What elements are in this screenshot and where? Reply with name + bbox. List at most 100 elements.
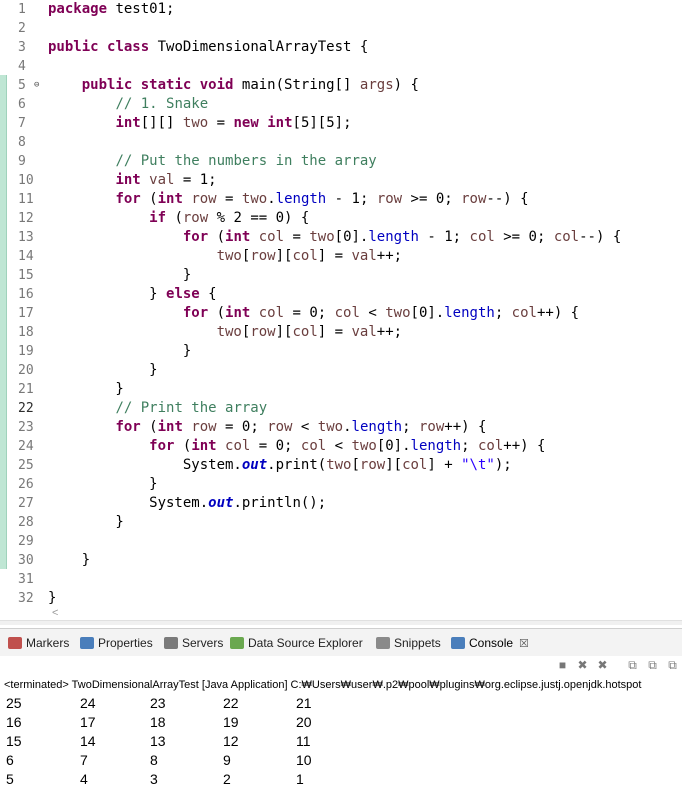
code-text[interactable]: } <box>48 475 157 494</box>
code-line[interactable]: 7 int[][] two = new int[5][5]; <box>0 114 682 133</box>
code-text[interactable]: for (int col = 0; col < two[0].length; c… <box>48 437 545 456</box>
code-line[interactable]: 11 for (int row = two.length - 1; row >=… <box>0 190 682 209</box>
views-tab-bar: Markers Properties Servers Data Source Expl… <box>0 628 682 657</box>
pin-console-icon[interactable]: ⧉ <box>666 659 679 672</box>
snippets-icon <box>376 637 390 649</box>
code-text[interactable]: for (int col = two[0].length - 1; col >=… <box>48 228 621 247</box>
code-text[interactable]: two[row][col] = val++; <box>48 247 403 266</box>
code-editor[interactable]: 1 package test01; 2 3 public class TwoDimens… <box>0 0 682 625</box>
output-cell: 3 <box>150 771 158 787</box>
code-text[interactable]: public static void main(String[] args) { <box>48 76 419 95</box>
code-text[interactable]: package test01; <box>48 0 174 19</box>
code-line[interactable]: 24 for (int col = 0; col < two[0].length… <box>0 437 682 456</box>
line-number: 22 <box>18 401 34 416</box>
code-text[interactable]: if (row % 2 == 0) { <box>48 209 309 228</box>
line-number: 1 <box>18 2 26 17</box>
line-number: 11 <box>18 192 34 207</box>
scroll-left-arrow[interactable]: < <box>52 607 58 619</box>
code-line[interactable]: 18 two[row][col] = val++; <box>0 323 682 342</box>
code-text[interactable]: // 1. Snake <box>48 95 208 114</box>
terminate-icon[interactable]: ■ <box>556 659 569 672</box>
code-text[interactable]: for (int row = 0; row < two.length; row+… <box>48 418 486 437</box>
output-cell: 17 <box>80 714 96 730</box>
code-text[interactable]: // Print the array <box>48 399 267 418</box>
code-line[interactable]: 1 package test01; <box>0 0 682 19</box>
code-text[interactable]: int[][] two = new int[5][5]; <box>48 114 351 133</box>
line-number: 6 <box>18 97 26 112</box>
code-line[interactable]: 8 <box>0 133 682 152</box>
code-line[interactable]: 25 System.out.print(two[row][col] + "\t"… <box>0 456 682 475</box>
output-cell: 15 <box>6 733 22 749</box>
code-text[interactable]: } <box>48 589 56 608</box>
tab-properties[interactable]: Properties <box>80 633 153 653</box>
code-text[interactable]: System.out.print(two[row][col] + "\t"); <box>48 456 512 475</box>
code-line[interactable]: 4 <box>0 57 682 76</box>
output-row: 6 7 8 9 10 <box>0 751 682 770</box>
code-text[interactable]: int val = 1; <box>48 171 216 190</box>
code-line[interactable]: 28 } <box>0 513 682 532</box>
scroll-lock-icon[interactable]: ⧉ <box>626 659 639 672</box>
line-number: 28 <box>18 515 34 530</box>
output-cell: 8 <box>150 752 158 768</box>
code-line[interactable]: 16 } else { <box>0 285 682 304</box>
code-line[interactable]: 10 int val = 1; <box>0 171 682 190</box>
code-line[interactable]: 13 for (int col = two[0].length - 1; col… <box>0 228 682 247</box>
output-cell: 9 <box>223 752 231 768</box>
code-text[interactable]: System.out.println(); <box>48 494 326 513</box>
line-number: 3 <box>18 40 26 55</box>
line-number: 32 <box>18 591 34 606</box>
tab-console[interactable]: Console ☒ <box>451 633 529 653</box>
code-line[interactable]: 30 } <box>0 551 682 570</box>
code-text[interactable]: } else { <box>48 285 216 304</box>
word-wrap-icon[interactable]: ⧉ <box>646 659 659 672</box>
code-line[interactable]: 22 // Print the array <box>0 399 682 418</box>
code-text[interactable]: } <box>48 342 191 361</box>
code-line[interactable]: 5 ⊖ public static void main(String[] args… <box>0 76 682 95</box>
code-line[interactable]: 2 <box>0 19 682 38</box>
code-line[interactable]: 26 } <box>0 475 682 494</box>
code-text[interactable]: two[row][col] = val++; <box>48 323 403 342</box>
code-line[interactable]: 15 } <box>0 266 682 285</box>
code-line[interactable]: 3 public class TwoDimensionalArrayTest { <box>0 38 682 57</box>
code-line[interactable]: 17 for (int col = 0; col < two[0].length… <box>0 304 682 323</box>
code-line[interactable]: 12 if (row % 2 == 0) { <box>0 209 682 228</box>
line-number: 24 <box>18 439 34 454</box>
code-text[interactable]: for (int row = two.length - 1; row >= 0;… <box>48 190 528 209</box>
code-text[interactable]: } <box>48 380 123 399</box>
horizontal-scrollbar[interactable] <box>0 620 682 625</box>
line-number: 7 <box>18 116 26 131</box>
output-cell: 5 <box>6 771 14 787</box>
code-line[interactable]: 29 <box>0 532 682 551</box>
tab-servers[interactable]: Servers <box>164 633 223 653</box>
code-line[interactable]: 20 } <box>0 361 682 380</box>
code-line[interactable]: 32} <box>0 589 682 608</box>
code-line[interactable]: 21 } <box>0 380 682 399</box>
code-text[interactable]: } <box>48 361 157 380</box>
remove-all-icon[interactable]: ✖ <box>596 659 609 672</box>
code-line[interactable]: 23 for (int row = 0; row < two.length; r… <box>0 418 682 437</box>
tab-markers[interactable]: Markers <box>8 633 69 653</box>
code-text[interactable]: for (int col = 0; col < two[0].length; c… <box>48 304 579 323</box>
code-text[interactable]: } <box>48 551 90 570</box>
code-text[interactable]: } <box>48 513 123 532</box>
code-line[interactable]: 19 } <box>0 342 682 361</box>
tab-label: Console <box>469 636 514 650</box>
code-text[interactable]: public class TwoDimensionalArrayTest { <box>48 38 368 57</box>
code-line[interactable]: 31 <box>0 570 682 589</box>
tab-snippets[interactable]: Snippets <box>376 633 441 653</box>
code-text[interactable]: // Put the numbers in the array <box>48 152 376 171</box>
line-number: 2 <box>18 21 26 36</box>
line-number: 21 <box>18 382 34 397</box>
code-line[interactable]: 27 System.out.println(); <box>0 494 682 513</box>
code-line[interactable]: 9 // Put the numbers in the array <box>0 152 682 171</box>
line-number: 4 <box>18 59 26 74</box>
tab-label: Data Source Explorer <box>248 636 363 650</box>
remove-launch-icon[interactable]: ✖ <box>576 659 589 672</box>
code-line[interactable]: 6 // 1. Snake <box>0 95 682 114</box>
close-icon[interactable]: ☒ <box>519 638 529 650</box>
code-text[interactable]: } <box>48 266 191 285</box>
tab-data-source-explorer[interactable]: Data Source Explorer <box>230 633 363 653</box>
code-line[interactable]: 14 two[row][col] = val++; <box>0 247 682 266</box>
fold-toggle-icon[interactable]: ⊖ <box>34 80 44 90</box>
output-row: 15 14 13 12 11 <box>0 732 682 751</box>
